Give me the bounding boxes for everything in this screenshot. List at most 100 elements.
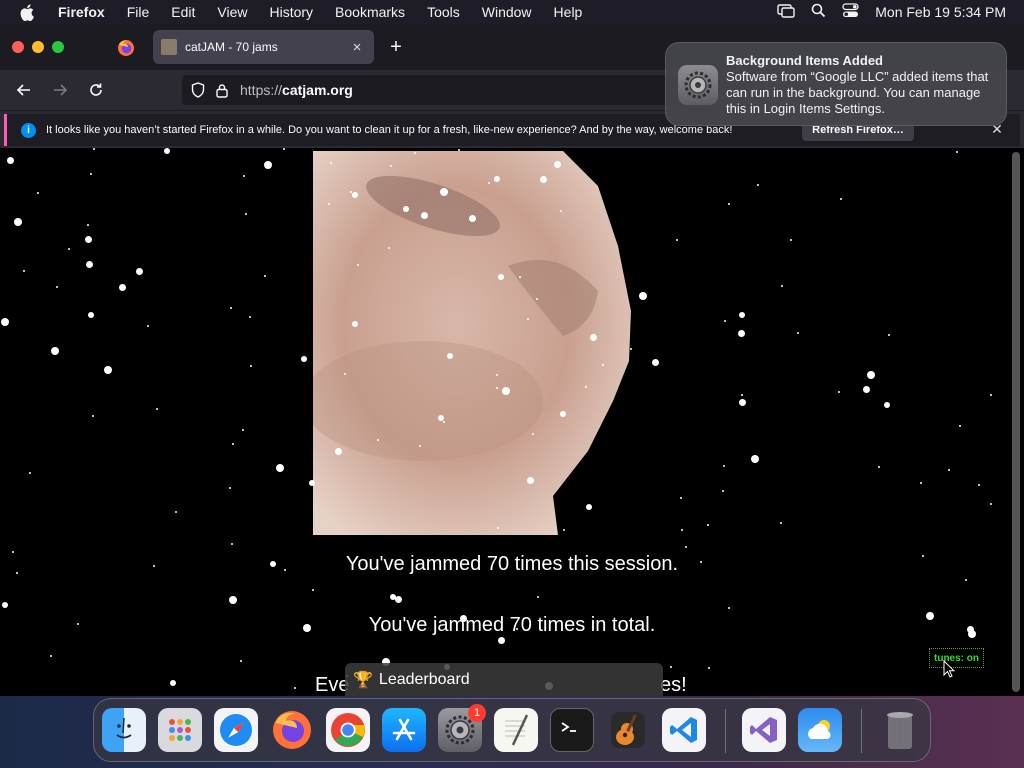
menu-tools[interactable]: Tools xyxy=(427,4,460,20)
trash-icon[interactable] xyxy=(878,708,922,752)
star xyxy=(37,192,39,194)
star xyxy=(838,391,840,393)
star xyxy=(920,482,922,484)
menu-bar: Firefox File Edit View History Bookmarks… xyxy=(0,0,1024,24)
cat-jam-image[interactable] xyxy=(313,151,631,535)
star xyxy=(867,371,875,379)
tracking-protection-shield-icon[interactable] xyxy=(190,82,206,98)
chrome-icon[interactable] xyxy=(326,708,370,752)
star xyxy=(164,148,170,154)
new-tab-button[interactable]: + xyxy=(386,36,406,58)
star xyxy=(790,239,792,241)
lock-icon[interactable] xyxy=(214,82,230,98)
star xyxy=(739,312,745,318)
safari-icon[interactable] xyxy=(214,708,258,752)
partial-text-right: es! xyxy=(660,674,687,696)
star xyxy=(757,184,759,186)
menu-file[interactable]: File xyxy=(127,4,150,20)
menu-help[interactable]: Help xyxy=(554,4,583,20)
star xyxy=(676,239,678,241)
url-text[interactable]: https://catjam.org xyxy=(240,82,353,98)
star xyxy=(863,386,870,393)
system-settings-icon[interactable]: 1 xyxy=(438,704,486,752)
star xyxy=(421,212,428,219)
star xyxy=(50,655,52,657)
star xyxy=(276,464,284,472)
star xyxy=(537,596,539,598)
leaderboard-label: Leaderboard xyxy=(378,671,470,688)
star xyxy=(395,596,402,603)
star xyxy=(586,504,592,510)
tab-title: catJAM - 70 jams xyxy=(185,40,278,54)
star xyxy=(741,394,743,396)
star xyxy=(670,666,672,668)
star xyxy=(443,421,445,423)
visual-studio-icon[interactable] xyxy=(742,708,786,752)
star xyxy=(403,206,409,212)
star xyxy=(249,316,251,318)
window-controls xyxy=(12,41,64,53)
star xyxy=(156,408,158,410)
star xyxy=(136,268,143,275)
spotlight-search-icon[interactable] xyxy=(811,3,826,21)
zoom-window-button[interactable] xyxy=(52,41,64,53)
star xyxy=(2,602,8,608)
screen-mirroring-icon[interactable] xyxy=(777,3,795,21)
star xyxy=(639,292,647,300)
pinned-firefox-tab[interactable] xyxy=(110,32,142,64)
terminal-icon[interactable] xyxy=(550,708,594,752)
star xyxy=(878,466,880,468)
star xyxy=(68,248,70,250)
star xyxy=(884,402,890,408)
app-store-icon[interactable] xyxy=(382,708,426,752)
garageband-icon[interactable] xyxy=(606,708,650,752)
textedit-icon[interactable] xyxy=(494,708,538,752)
menu-view[interactable]: View xyxy=(217,4,247,20)
star xyxy=(708,667,710,669)
back-arrow-icon xyxy=(16,84,30,96)
vscode-icon[interactable] xyxy=(662,708,706,752)
menu-app-name[interactable]: Firefox xyxy=(58,4,105,20)
star xyxy=(1,318,9,326)
control-center-icon[interactable] xyxy=(842,3,859,21)
launchpad-icon[interactable] xyxy=(158,708,202,752)
star xyxy=(231,543,233,545)
star xyxy=(175,511,177,513)
url-bar[interactable]: https://catjam.org xyxy=(182,75,702,105)
close-window-button[interactable] xyxy=(12,41,24,53)
star xyxy=(92,415,94,417)
apple-menu-icon[interactable] xyxy=(18,3,36,21)
forward-button[interactable] xyxy=(48,78,72,102)
star xyxy=(243,175,245,177)
star xyxy=(536,298,538,300)
star xyxy=(51,347,59,355)
close-tab-icon[interactable]: × xyxy=(348,38,366,56)
menu-history[interactable]: History xyxy=(269,4,313,20)
menu-bookmarks[interactable]: Bookmarks xyxy=(335,4,405,20)
star xyxy=(585,386,587,388)
star xyxy=(888,334,890,336)
page-scrollbar[interactable] xyxy=(1012,152,1020,692)
menu-edit[interactable]: Edit xyxy=(171,4,195,20)
weather-icon[interactable] xyxy=(798,708,842,752)
star xyxy=(14,218,22,226)
star xyxy=(458,149,460,151)
leaderboard-button[interactable]: 🏆 Leaderboard xyxy=(345,663,663,696)
tab-catjam[interactable]: catJAM - 70 jams × xyxy=(153,30,374,64)
menubar-clock[interactable]: Mon Feb 19 5:34 PM xyxy=(875,4,1006,20)
total-jam-count: You've jammed 70 times in total. xyxy=(368,614,656,636)
firefox-dock-icon[interactable] xyxy=(270,708,314,752)
star xyxy=(685,546,687,548)
finder-icon[interactable] xyxy=(102,708,146,752)
minimize-window-button[interactable] xyxy=(32,41,44,53)
star xyxy=(264,161,272,169)
star xyxy=(242,429,244,431)
reload-button[interactable] xyxy=(84,78,108,102)
background-items-notification[interactable]: Background Items Added Software from “Go… xyxy=(665,42,1007,126)
star xyxy=(119,284,126,291)
menu-window[interactable]: Window xyxy=(482,4,532,20)
back-button[interactable] xyxy=(12,78,36,102)
star xyxy=(723,465,725,467)
star xyxy=(264,275,266,277)
tunes-toggle[interactable]: tunes: on xyxy=(929,648,984,668)
